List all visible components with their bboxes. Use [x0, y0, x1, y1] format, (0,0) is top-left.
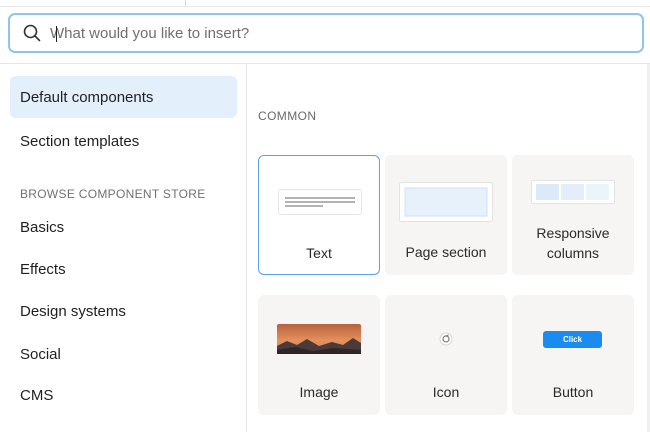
button-preview-text: Click: [562, 335, 583, 344]
card-label: Image: [299, 384, 339, 400]
search-input[interactable]: [46, 18, 642, 48]
sidebar-item-label: Basics: [20, 218, 65, 236]
sidebar-item-social[interactable]: Social: [10, 333, 237, 375]
landscape-image-icon: [277, 324, 361, 354]
insert-panel: Default components Section templates BRO…: [0, 63, 650, 432]
sidebar-item-section-templates[interactable]: Section templates: [10, 120, 237, 162]
card-label: Icon: [432, 384, 460, 400]
sidebar-item-label: CMS: [20, 386, 54, 404]
top-divider: [185, 0, 186, 6]
sidebar-item-label: Effects: [20, 260, 66, 278]
store-heading: BROWSE COMPONENT STORE: [20, 187, 206, 201]
sidebar-item-label: Default components: [20, 88, 154, 106]
section-label-common: COMMON: [258, 109, 317, 123]
sidebar-item-label: Design systems: [20, 302, 126, 320]
top-border: [0, 0, 650, 7]
component-card-icon[interactable]: Icon: [385, 295, 507, 415]
sidebar-item-label: Section templates: [20, 132, 140, 150]
card-label-line1: Responsive: [536, 225, 610, 241]
sidebar-item-basics[interactable]: Basics: [10, 206, 237, 248]
text-lines-icon: [278, 189, 362, 215]
sidebar-item-default-components[interactable]: Default components: [10, 76, 237, 118]
sidebar: Default components Section templates BRO…: [0, 64, 247, 432]
button-preview-icon: Click: [543, 331, 602, 348]
card-label: Text: [306, 245, 332, 261]
sidebar-item-label: Social: [20, 345, 61, 363]
card-label: Button: [552, 384, 594, 400]
component-card-page-section[interactable]: Page section: [385, 155, 507, 275]
insert-search-bar[interactable]: [8, 13, 644, 53]
component-card-responsive-columns[interactable]: Responsive columns: [512, 155, 634, 275]
component-card-image[interactable]: Image: [258, 295, 380, 415]
sidebar-item-effects[interactable]: Effects: [10, 248, 237, 290]
component-grid: COMMON Text Page section Responsive colu…: [248, 64, 650, 432]
card-label: Page section: [405, 244, 487, 260]
component-card-button[interactable]: Click Button: [512, 295, 634, 415]
small-icon: [439, 332, 453, 346]
search-icon: [23, 24, 41, 42]
sidebar-item-design-systems[interactable]: Design systems: [10, 290, 237, 332]
page-section-icon: [399, 182, 493, 222]
card-label-line2: columns: [546, 245, 600, 261]
component-card-text[interactable]: Text: [258, 155, 380, 275]
columns-icon: [531, 180, 615, 204]
text-caret: [56, 26, 57, 42]
sidebar-item-cms[interactable]: CMS: [10, 374, 237, 416]
